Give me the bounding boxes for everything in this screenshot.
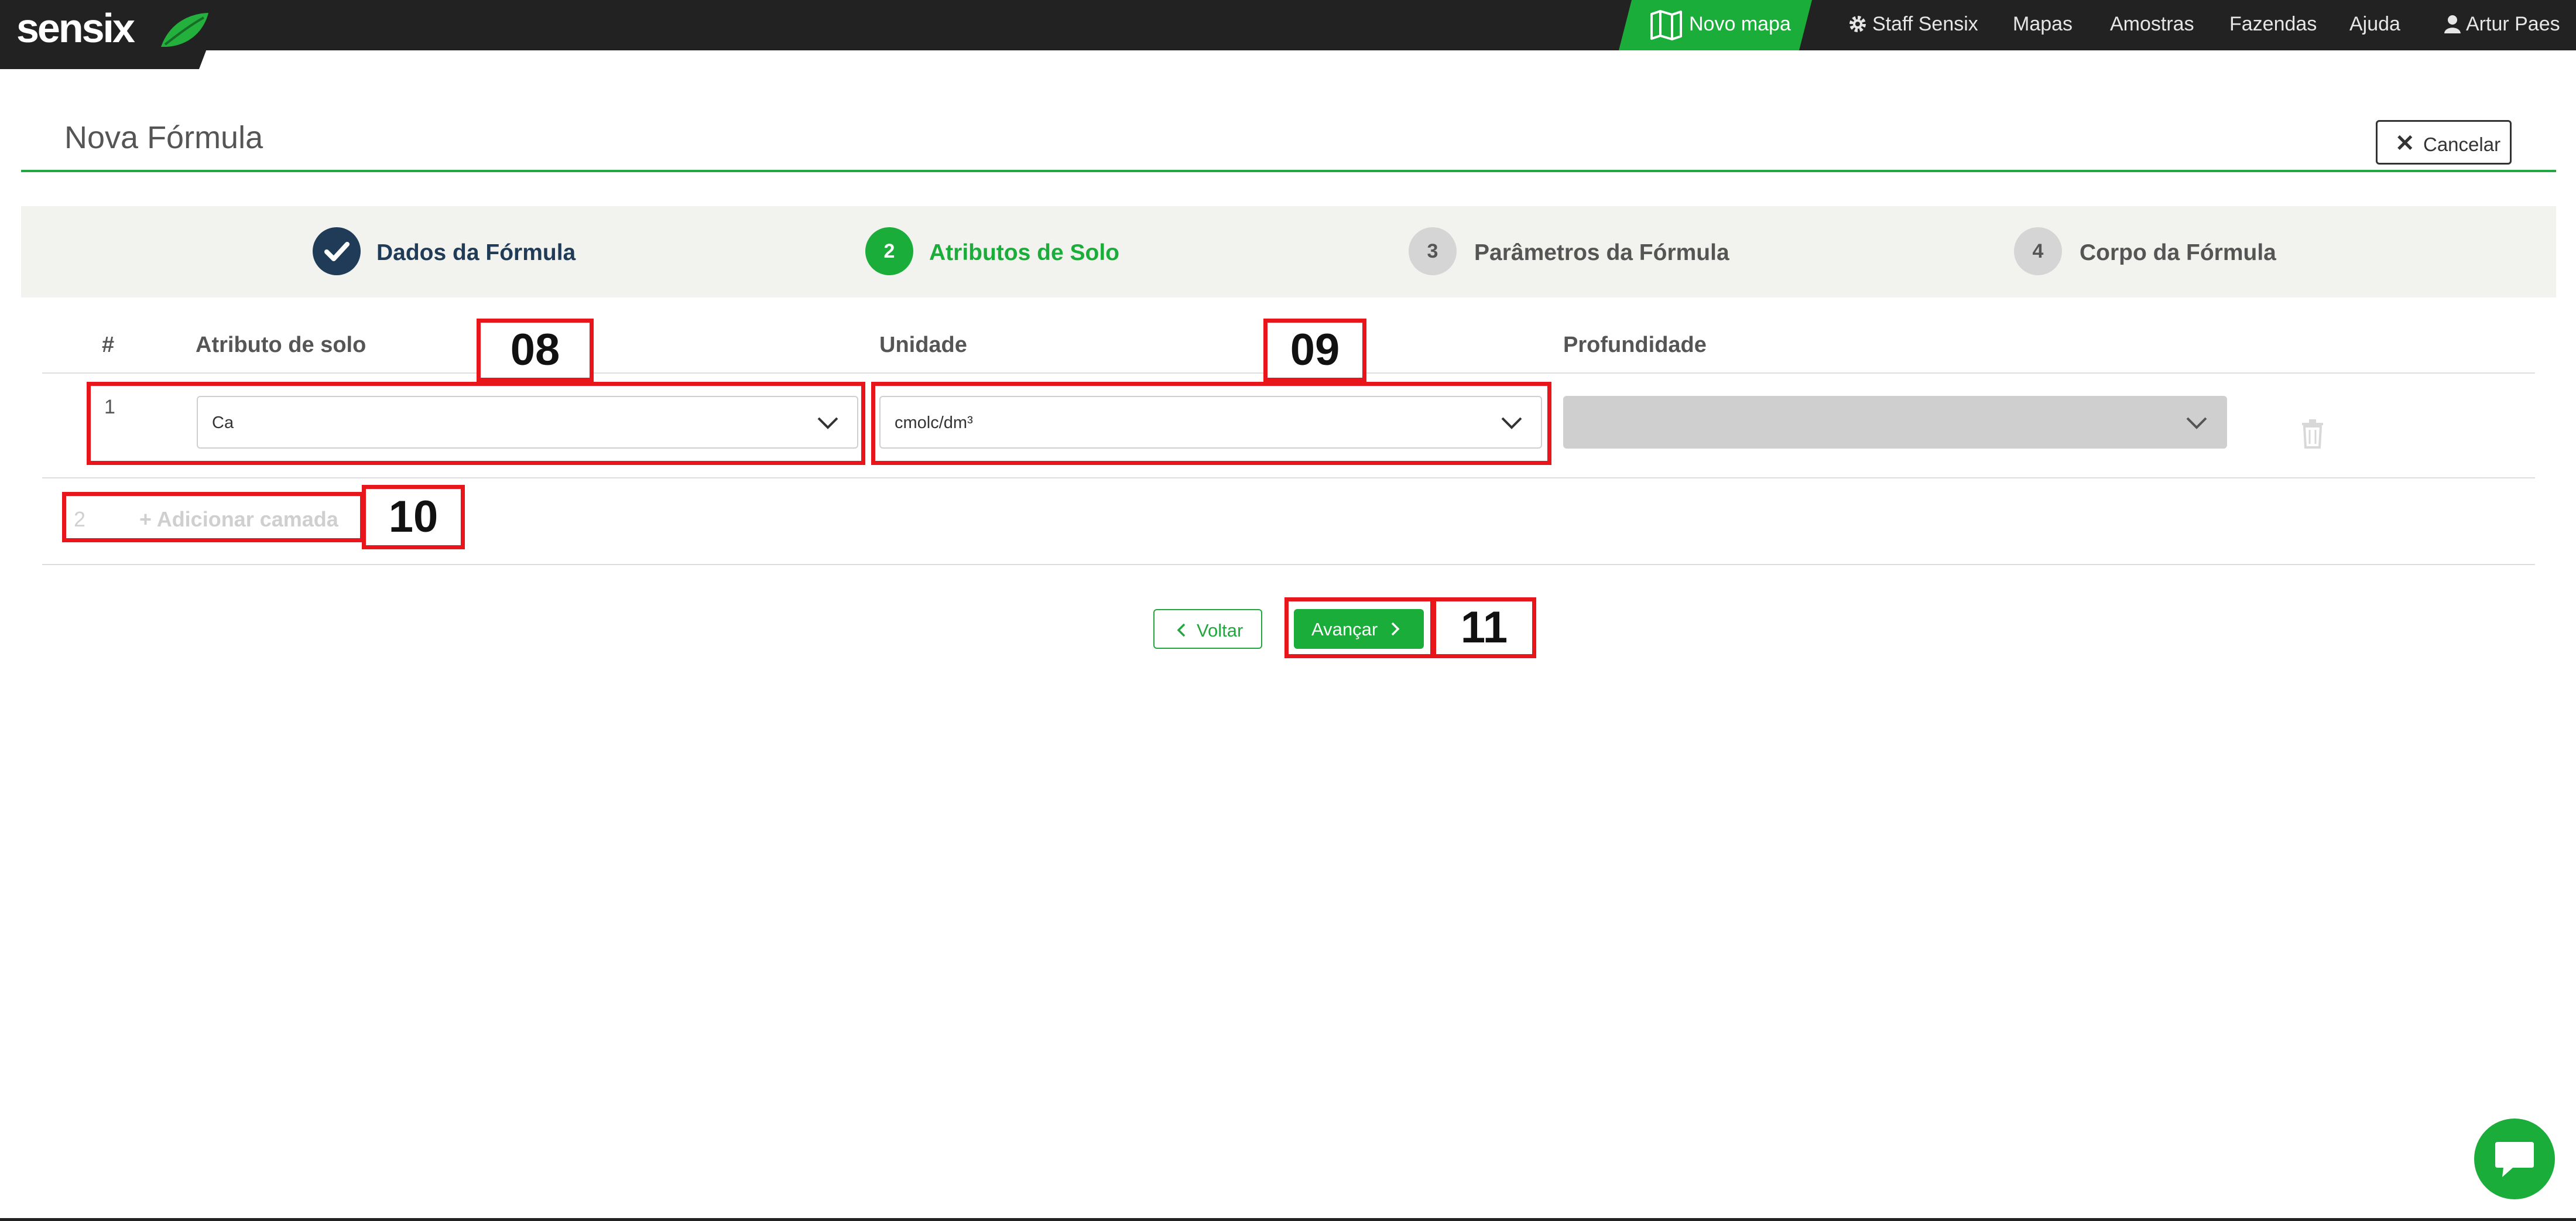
annotation-label-10: 10 — [362, 485, 465, 549]
nav-staff-sensix[interactable]: Staff Sensix — [1872, 13, 1978, 36]
back-label: Voltar — [1197, 620, 1244, 641]
depth-select[interactable] — [1563, 396, 2227, 449]
step-2-number: 2 — [865, 227, 913, 275]
step-1-check-icon — [313, 227, 361, 275]
nav-mapas[interactable]: Mapas — [2013, 13, 2073, 36]
page-title: Nova Fórmula — [64, 120, 263, 155]
row-divider-line — [42, 564, 2535, 565]
new-map-button[interactable]: Novo mapa — [1619, 0, 1812, 50]
col-header-unit: Unidade — [879, 333, 967, 357]
row-divider-line — [42, 477, 2535, 478]
step-3-number: 3 — [1409, 227, 1457, 275]
nav-amostras[interactable]: Amostras — [2110, 13, 2194, 36]
leaf-icon — [161, 13, 208, 47]
chat-icon — [2495, 1142, 2534, 1177]
annotation-label-11: 11 — [1432, 597, 1536, 658]
chat-button[interactable] — [2474, 1119, 2555, 1199]
step-1-label[interactable]: Dados da Fórmula — [376, 240, 576, 266]
cancel-button[interactable]: ✕ Cancelar — [2376, 120, 2512, 165]
new-map-label: Novo mapa — [1689, 13, 1791, 35]
nav-ajuda[interactable]: Ajuda — [2349, 13, 2400, 36]
col-header-attribute: Atributo de solo — [196, 333, 366, 357]
col-header-index: # — [102, 333, 115, 357]
step-3-label[interactable]: Parâmetros da Fórmula — [1474, 240, 1729, 266]
step-4-label[interactable]: Corpo da Fórmula — [2080, 240, 2276, 266]
nav-fazendas[interactable]: Fazendas — [2229, 13, 2317, 36]
chevron-down-icon — [2186, 417, 2207, 429]
step-4-number: 4 — [2014, 227, 2062, 275]
annotation-label-09: 09 — [1263, 319, 1366, 382]
cancel-label: Cancelar — [2423, 134, 2501, 155]
chevron-left-icon — [1177, 623, 1186, 637]
user-icon — [2444, 15, 2461, 33]
logo-text: sensix — [16, 5, 135, 51]
col-header-depth: Profundidade — [1563, 333, 1707, 357]
map-icon — [1650, 10, 1682, 40]
gear-icon — [1849, 16, 1866, 32]
step-2-label[interactable]: Atributos de Solo — [929, 240, 1119, 266]
back-button[interactable]: Voltar — [1153, 609, 1262, 649]
close-icon: ✕ — [2395, 131, 2415, 156]
annotation-label-08: 08 — [477, 319, 594, 382]
logo[interactable]: sensix — [0, 0, 225, 69]
annotation-box-09 — [871, 382, 1551, 465]
annotation-box-08 — [87, 382, 865, 465]
annotation-box-10 — [62, 492, 364, 542]
bottom-border — [0, 1218, 2576, 1221]
annotation-box-11 — [1284, 597, 1434, 658]
stepper: Dados da Fórmula 2 Atributos de Solo 3 P… — [21, 206, 2556, 297]
trash-icon[interactable] — [2300, 418, 2325, 449]
header-divider — [21, 170, 2556, 172]
nav-user[interactable]: Artur Paes — [2466, 13, 2560, 36]
